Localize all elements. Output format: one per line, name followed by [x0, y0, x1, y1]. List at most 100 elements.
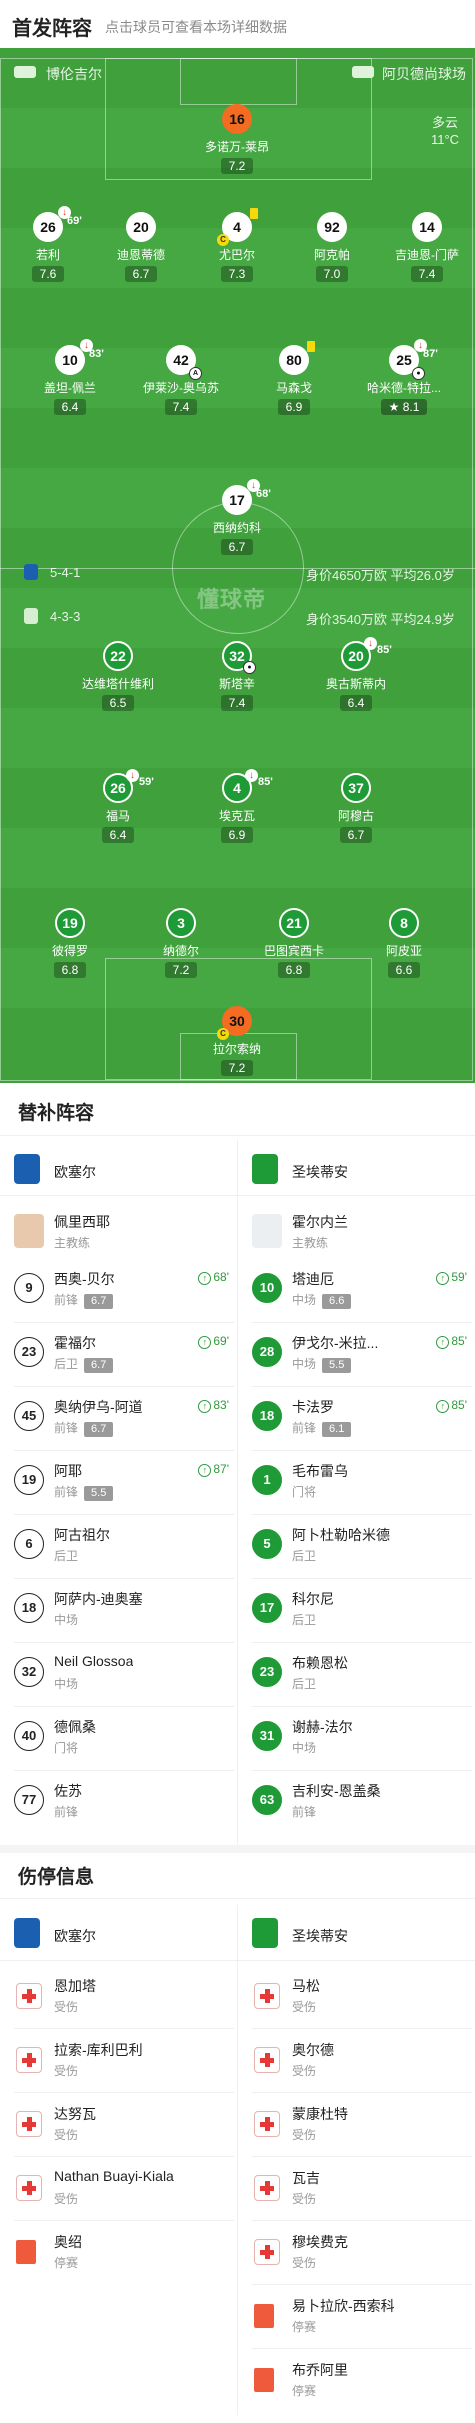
injury-status: 受伤 — [54, 2128, 79, 2142]
sub-player-row[interactable]: 10 塔迪厄 中场 6.6 ↑ 59' — [252, 1262, 467, 1318]
injury-row[interactable]: 布乔阿里 停赛 — [252, 2352, 467, 2408]
injury-row[interactable]: 奥尔德 受伤 — [252, 2032, 467, 2088]
injuries-title: 伤停信息 — [18, 1867, 95, 1888]
injury-status: 受伤 — [292, 2064, 317, 2078]
player-rating: 6.8 — [53, 962, 87, 978]
sub-player-row[interactable]: 77 佐苏 前锋 — [14, 1774, 229, 1830]
player-away-def-2[interactable]: 3 纳德尔 7.2 — [141, 908, 221, 979]
injury-player-name: 蒙康杜特 — [292, 2106, 348, 2122]
sub-player-position: 后卫 — [292, 1677, 317, 1691]
sub-player-row[interactable]: 17 科尔尼 后卫 — [252, 1582, 467, 1638]
injury-row[interactable]: 马松 受伤 — [252, 1968, 467, 2024]
sub-player-row[interactable]: 23 霍福尔 后卫 6.7 ↑ 69' — [14, 1326, 229, 1382]
player-rating: 6.4 — [53, 399, 87, 415]
player-number: 16 — [222, 104, 252, 134]
player-home-def-2[interactable]: 20 迪恩蒂德 6.7 — [101, 212, 181, 283]
sub-player-row[interactable]: 32 Neil Glossoa 中场 — [14, 1646, 229, 1702]
home-coach[interactable]: 佩里西耶 主教练 — [14, 1206, 229, 1256]
player-home-mid-1[interactable]: 10 ↓ 83' 盖坦-佩兰 6.4 — [30, 339, 110, 416]
sub-player-row[interactable]: 5 阿卜杜勒哈米德 后卫 — [252, 1518, 467, 1574]
sub-player-row[interactable]: 28 伊戈尔-米拉... 中场 5.5 ↑ 85' — [252, 1326, 467, 1382]
player-home-def-4[interactable]: 92 阿克帕 7.0 — [292, 212, 372, 283]
player-away-fwd-3[interactable]: 20 ↓ 85' 奥古斯蒂内 6.4 — [316, 637, 396, 712]
player-away-def-4[interactable]: 8 阿皮亚 6.6 — [364, 908, 444, 979]
player-away-def-1[interactable]: 19 彼得罗 6.8 — [30, 908, 110, 979]
row-divider — [252, 2092, 472, 2093]
coach-name: 佩里西耶 — [54, 1214, 110, 1230]
row-divider — [252, 1322, 472, 1323]
sub-player-meta: 前锋 6.1 — [292, 1419, 352, 1437]
sub-player-meta: 中场 — [292, 1739, 316, 1757]
sub-player-meta: 后卫 — [292, 1675, 316, 1693]
sub-player-row[interactable]: 40 德佩桑 门将 — [14, 1710, 229, 1766]
sub-in-minute-value: 59' — [451, 1270, 467, 1284]
sub-player-meta: 前锋 — [292, 1803, 316, 1821]
injury-row[interactable]: 瓦吉 受伤 — [252, 2160, 467, 2216]
row-divider — [252, 1578, 472, 1579]
player-away-fwd-1[interactable]: 22 达维塔什维利 6.5 — [78, 641, 158, 712]
player-home-def-1[interactable]: 26 ↓ 69' 若利 7.6 — [8, 206, 88, 283]
injury-row[interactable]: 达努瓦 受伤 — [14, 2096, 229, 2152]
player-name: 西纳约科 — [212, 521, 261, 535]
row-divider — [14, 1514, 234, 1515]
sub-minute: 69' — [67, 215, 82, 227]
row-divider — [252, 1706, 472, 1707]
sub-player-row[interactable]: 19 阿耶 前锋 5.5 ↑ 87' — [14, 1454, 229, 1510]
sub-player-row[interactable]: 6 阿古祖尔 后卫 — [14, 1518, 229, 1574]
player-home-mid-4[interactable]: 25 ↓ 87' ● 哈米德-特拉... ★ 8.1 — [364, 339, 444, 416]
away-coach[interactable]: 霍尔内兰 主教练 — [252, 1206, 467, 1256]
player-home-mid-3[interactable]: 80 马森戈 6.9 — [254, 341, 334, 416]
player-home-def-5[interactable]: 14 吉迪恩-门萨 7.4 — [387, 212, 467, 283]
player-away-def-3[interactable]: 21 巴图宾西卡 6.8 — [254, 908, 334, 979]
injury-row[interactable]: 穆埃费克 受伤 — [252, 2224, 467, 2280]
sub-player-meta: 门将 — [292, 1483, 316, 1501]
player-rating: 6.6 — [387, 962, 421, 978]
sub-player-row[interactable]: 18 阿萨内-迪奥塞 中场 — [14, 1582, 229, 1638]
player-away-mid-2[interactable]: 4 ↓ 85' 埃克瓦 6.9 — [197, 769, 277, 844]
player-home-mid-2[interactable]: 42 A 伊莱沙-奥乌苏 7.4 — [141, 345, 221, 416]
subs-title: 替补阵容 — [18, 1103, 95, 1124]
player-number: 22 — [103, 641, 133, 671]
yellow-card-icon — [250, 208, 258, 219]
sub-player-name: 奥纳伊乌-阿道 — [54, 1399, 143, 1415]
injury-row[interactable]: 恩加塔 受伤 — [14, 1968, 229, 2024]
player-home-def-3[interactable]: 4C 尤巴尔 7.3 — [197, 208, 277, 283]
sub-player-row[interactable]: 31 谢赫-法尔 中场 — [252, 1710, 467, 1766]
sub-player-position: 后卫 — [292, 1613, 317, 1627]
injury-row[interactable]: 拉索-库利巴利 受伤 — [14, 2032, 229, 2088]
sub-in-icon: ↑ — [436, 1400, 450, 1413]
player-rating: 6.7 — [220, 539, 254, 555]
sub-player-name: 卡法罗 — [292, 1399, 334, 1415]
injury-row[interactable]: Nathan Buayi-Kiala 受伤 — [14, 2160, 229, 2216]
sub-in-minute-value: 83' — [213, 1398, 229, 1412]
injury-row[interactable]: 易卜拉欣-西索科 停赛 — [252, 2288, 467, 2344]
sub-player-row[interactable]: 18 卡法罗 前锋 6.1 ↑ 85' — [252, 1390, 467, 1446]
sub-minute: 59' — [139, 776, 154, 788]
sub-player-meta: 前锋 — [54, 1803, 78, 1821]
player-home-fwd-1[interactable]: 17 ↓ 68' 西纳约科 6.7 — [197, 479, 277, 556]
sub-player-row[interactable]: 63 吉利安-恩盖桑 前锋 — [252, 1774, 467, 1830]
injury-row[interactable]: 奥绍 停赛 — [14, 2224, 229, 2280]
row-divider — [14, 2156, 234, 2157]
sub-player-row[interactable]: 45 奥纳伊乌-阿道 前锋 6.7 ↑ 83' — [14, 1390, 229, 1446]
sub-minute: 85' — [377, 644, 392, 656]
sub-player-row[interactable]: 1 毛布雷乌 门将 — [252, 1454, 467, 1510]
player-away-fwd-2[interactable]: 32 ● 斯塔辛 7.4 — [197, 641, 277, 712]
row-divider — [252, 1386, 472, 1387]
player-home-gk[interactable]: 16 多诺万-莱昂 7.2 — [197, 104, 277, 175]
injury-cross-icon — [254, 1983, 280, 2009]
player-away-mid-3[interactable]: 37 阿穆古 6.7 — [316, 773, 396, 844]
player-name: 达维塔什维利 — [81, 677, 154, 691]
sub-minute: 68' — [256, 488, 271, 500]
sub-player-meta: 前锋 6.7 — [54, 1291, 114, 1309]
injury-row[interactable]: 蒙康杜特 受伤 — [252, 2096, 467, 2152]
player-away-mid-1[interactable]: 26 ↓ 59' 福马 6.4 — [78, 769, 158, 844]
sub-player-number: 45 — [14, 1401, 44, 1431]
player-away-gk[interactable]: 30 C 拉尔索纳 7.2 — [197, 1006, 277, 1077]
sub-player-row[interactable]: 9 西奥-贝尔 前锋 6.7 ↑ 68' — [14, 1262, 229, 1318]
player-number: 20 — [348, 648, 364, 664]
sub-in-minute: ↑ 83' — [198, 1398, 229, 1413]
weather-temp: 11°C — [430, 132, 460, 147]
sub-player-meta: 后卫 — [54, 1547, 78, 1565]
sub-player-row[interactable]: 23 布赖恩松 后卫 — [252, 1646, 467, 1702]
